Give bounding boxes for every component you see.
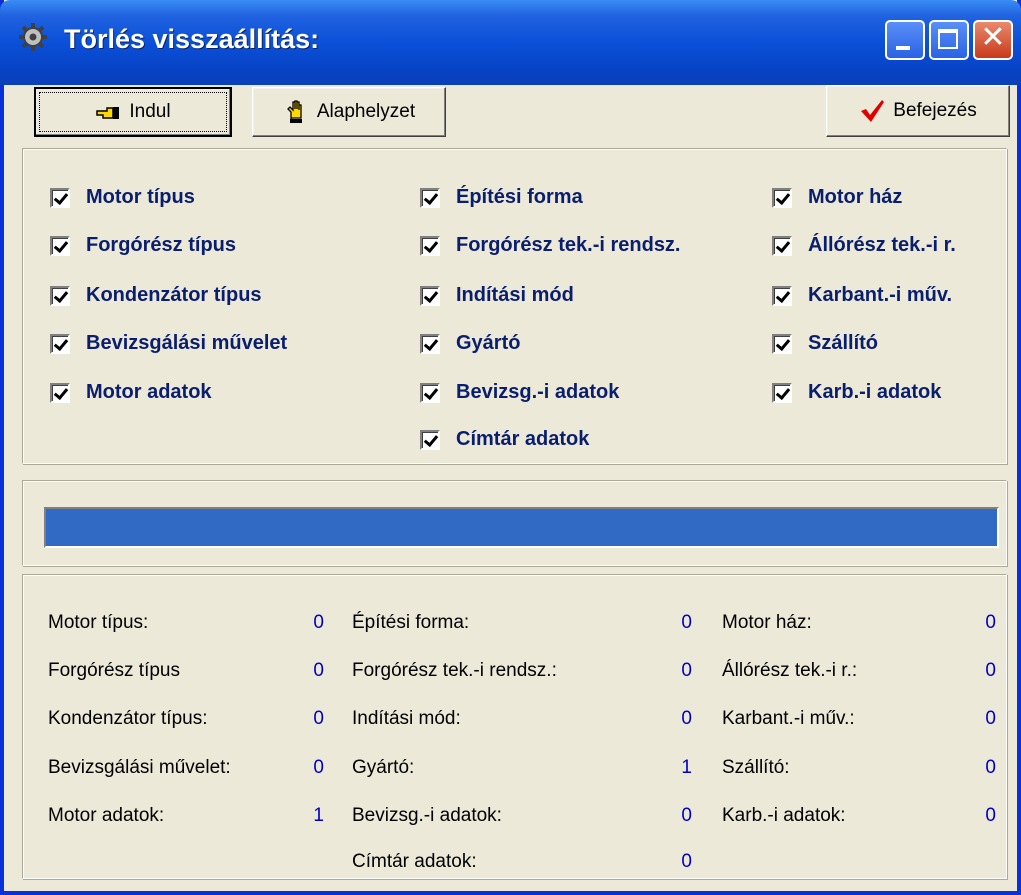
stat-value: 0 [313,757,324,778]
checkbox-motor-adatok[interactable]: Motor adatok [50,381,212,404]
stat-value: 0 [985,660,996,681]
checkbox-box[interactable] [50,333,70,354]
checkbox-box[interactable] [772,333,792,354]
checkbox-label: Indítási mód [456,284,574,306]
close-button[interactable]: ✕ [973,20,1013,60]
stat-value: 0 [681,612,692,633]
stat-value: 0 [313,612,324,633]
checkbox-motor-tipus[interactable]: Motor típus [50,186,195,209]
stat-value: 0 [681,851,692,872]
stat-label: Kondenzátor típus: [48,708,208,729]
checkbox-label: Motor típus [86,186,195,208]
checkbox-bevizsgalasi-muvelet[interactable]: Bevizsgálási művelet [50,332,287,355]
checkbox-label: Bevizsgálási művelet [86,332,288,354]
stat-label: Bevizsg.-i adatok: [352,805,502,826]
dialog-window: Törlés visszaállítás: ✕ Indul Alaphelyze… [0,0,1021,895]
checkbox-box[interactable] [50,285,70,306]
checkbox-label: Forgórész tek.-i rendsz. [456,234,681,256]
checkbox-label: Címtár adatok [456,428,590,450]
checkbox-box[interactable] [50,235,70,256]
minimize-button[interactable] [885,20,925,60]
stat-value: 0 [681,660,692,681]
stat-value: 0 [313,660,324,681]
pointing-hand-icon [96,107,120,119]
checkbox-szallito[interactable]: Szállító [772,332,878,355]
checkbox-forgoresz-tek-rendsz[interactable]: Forgórész tek.-i rendsz. [420,234,681,257]
stat-label: Motor ház: [722,612,812,633]
checkbox-box[interactable] [420,187,440,208]
title-bar[interactable]: Törlés visszaállítás: ✕ [0,0,1021,85]
checkbox-motor-haz[interactable]: Motor ház [772,186,902,209]
stat-label: Bevizsgálási művelet: [48,757,231,778]
checkbox-inditasi-mod[interactable]: Indítási mód [420,284,574,307]
checkbox-box[interactable] [772,235,792,256]
stat-value: 0 [985,805,996,826]
checkbox-label: Motor ház [808,186,903,208]
checkbox-label: Bevizsg.-i adatok [456,381,620,403]
checkbox-cimtar-adatok[interactable]: Címtár adatok [420,428,589,451]
checkbox-label: Építési forma [456,186,583,208]
gear-icon [19,23,47,51]
close-icon: ✕ [980,20,1006,55]
stat-value: 1 [681,757,692,778]
checkbox-karbant-muv[interactable]: Karbant.-i műv. [772,284,952,307]
alaphelyzet-label: Alaphelyzet [316,101,416,122]
checkbox-label: Karbant.-i műv. [808,284,953,306]
checkbox-gyarto[interactable]: Gyártó [420,332,520,355]
checkbox-box[interactable] [772,382,792,403]
checkbox-box[interactable] [772,285,792,306]
stat-label: Motor adatok: [48,805,165,826]
stat-label: Címtár adatok: [352,851,477,872]
befejezes-label: Befejezés [893,100,977,121]
stat-label: Gyártó: [352,757,415,778]
checkbox-box[interactable] [772,187,792,208]
stat-label: Motor típus: [48,612,149,633]
checkbox-box[interactable] [50,382,70,403]
checkbox-epitesi-forma[interactable]: Építési forma [420,186,583,209]
stat-value: 0 [681,708,692,729]
stat-label: Állórész tek.-i r.: [722,660,858,681]
checkbox-box[interactable] [420,285,440,306]
checkbox-label: Motor adatok [86,381,212,403]
checkbox-label: Állórész tek.-i r. [808,234,956,256]
stat-value: 0 [313,708,324,729]
stat-label: Forgórész tek.-i rendsz.: [352,660,557,681]
checkbox-karb-adatok[interactable]: Karb.-i adatok [772,381,941,404]
stat-value: 0 [681,805,692,826]
stat-label: Karbant.-i műv.: [722,708,855,729]
maximize-button[interactable] [929,20,969,60]
indul-button[interactable]: Indul [34,87,232,137]
checkbox-box[interactable] [420,382,440,403]
stat-value: 0 [985,612,996,633]
window-title: Törlés visszaállítás: [64,24,320,54]
alaphelyzet-button[interactable]: Alaphelyzet [252,87,446,137]
checkbox-box[interactable] [420,429,440,450]
checkbox-alloresz-tek[interactable]: Állórész tek.-i r. [772,234,956,257]
indul-label: Indul [129,101,171,122]
stat-label: Építési forma: [352,612,470,633]
checkbox-kondenzator-tipus[interactable]: Kondenzátor típus [50,284,262,307]
befejezes-button[interactable]: Befejezés [826,85,1010,137]
checkbox-bevizsg-adatok[interactable]: Bevizsg.-i adatok [420,381,619,404]
stat-label: Indítási mód: [352,708,461,729]
checkbox-label: Szállító [808,332,879,354]
checkbox-box[interactable] [420,333,440,354]
raised-hand-icon [286,100,302,123]
checkbox-label: Kondenzátor típus [86,284,262,306]
checkbox-label: Karb.-i adatok [808,381,942,403]
stat-label: Forgórész típus [48,660,180,681]
checkbox-box[interactable] [50,187,70,208]
checkbox-label: Gyártó [456,332,521,354]
checkbox-label: Forgórész típus [86,234,237,256]
checkbox-forgoresz-tipus[interactable]: Forgórész típus [50,234,236,257]
stat-value: 1 [313,805,324,826]
checkbox-box[interactable] [420,235,440,256]
progress-bar [44,507,999,548]
stat-label: Karb.-i adatok: [722,805,846,826]
stat-label: Szállító: [722,757,790,778]
stat-value: 0 [985,708,996,729]
red-checkmark-icon [861,100,885,122]
stat-value: 0 [985,757,996,778]
